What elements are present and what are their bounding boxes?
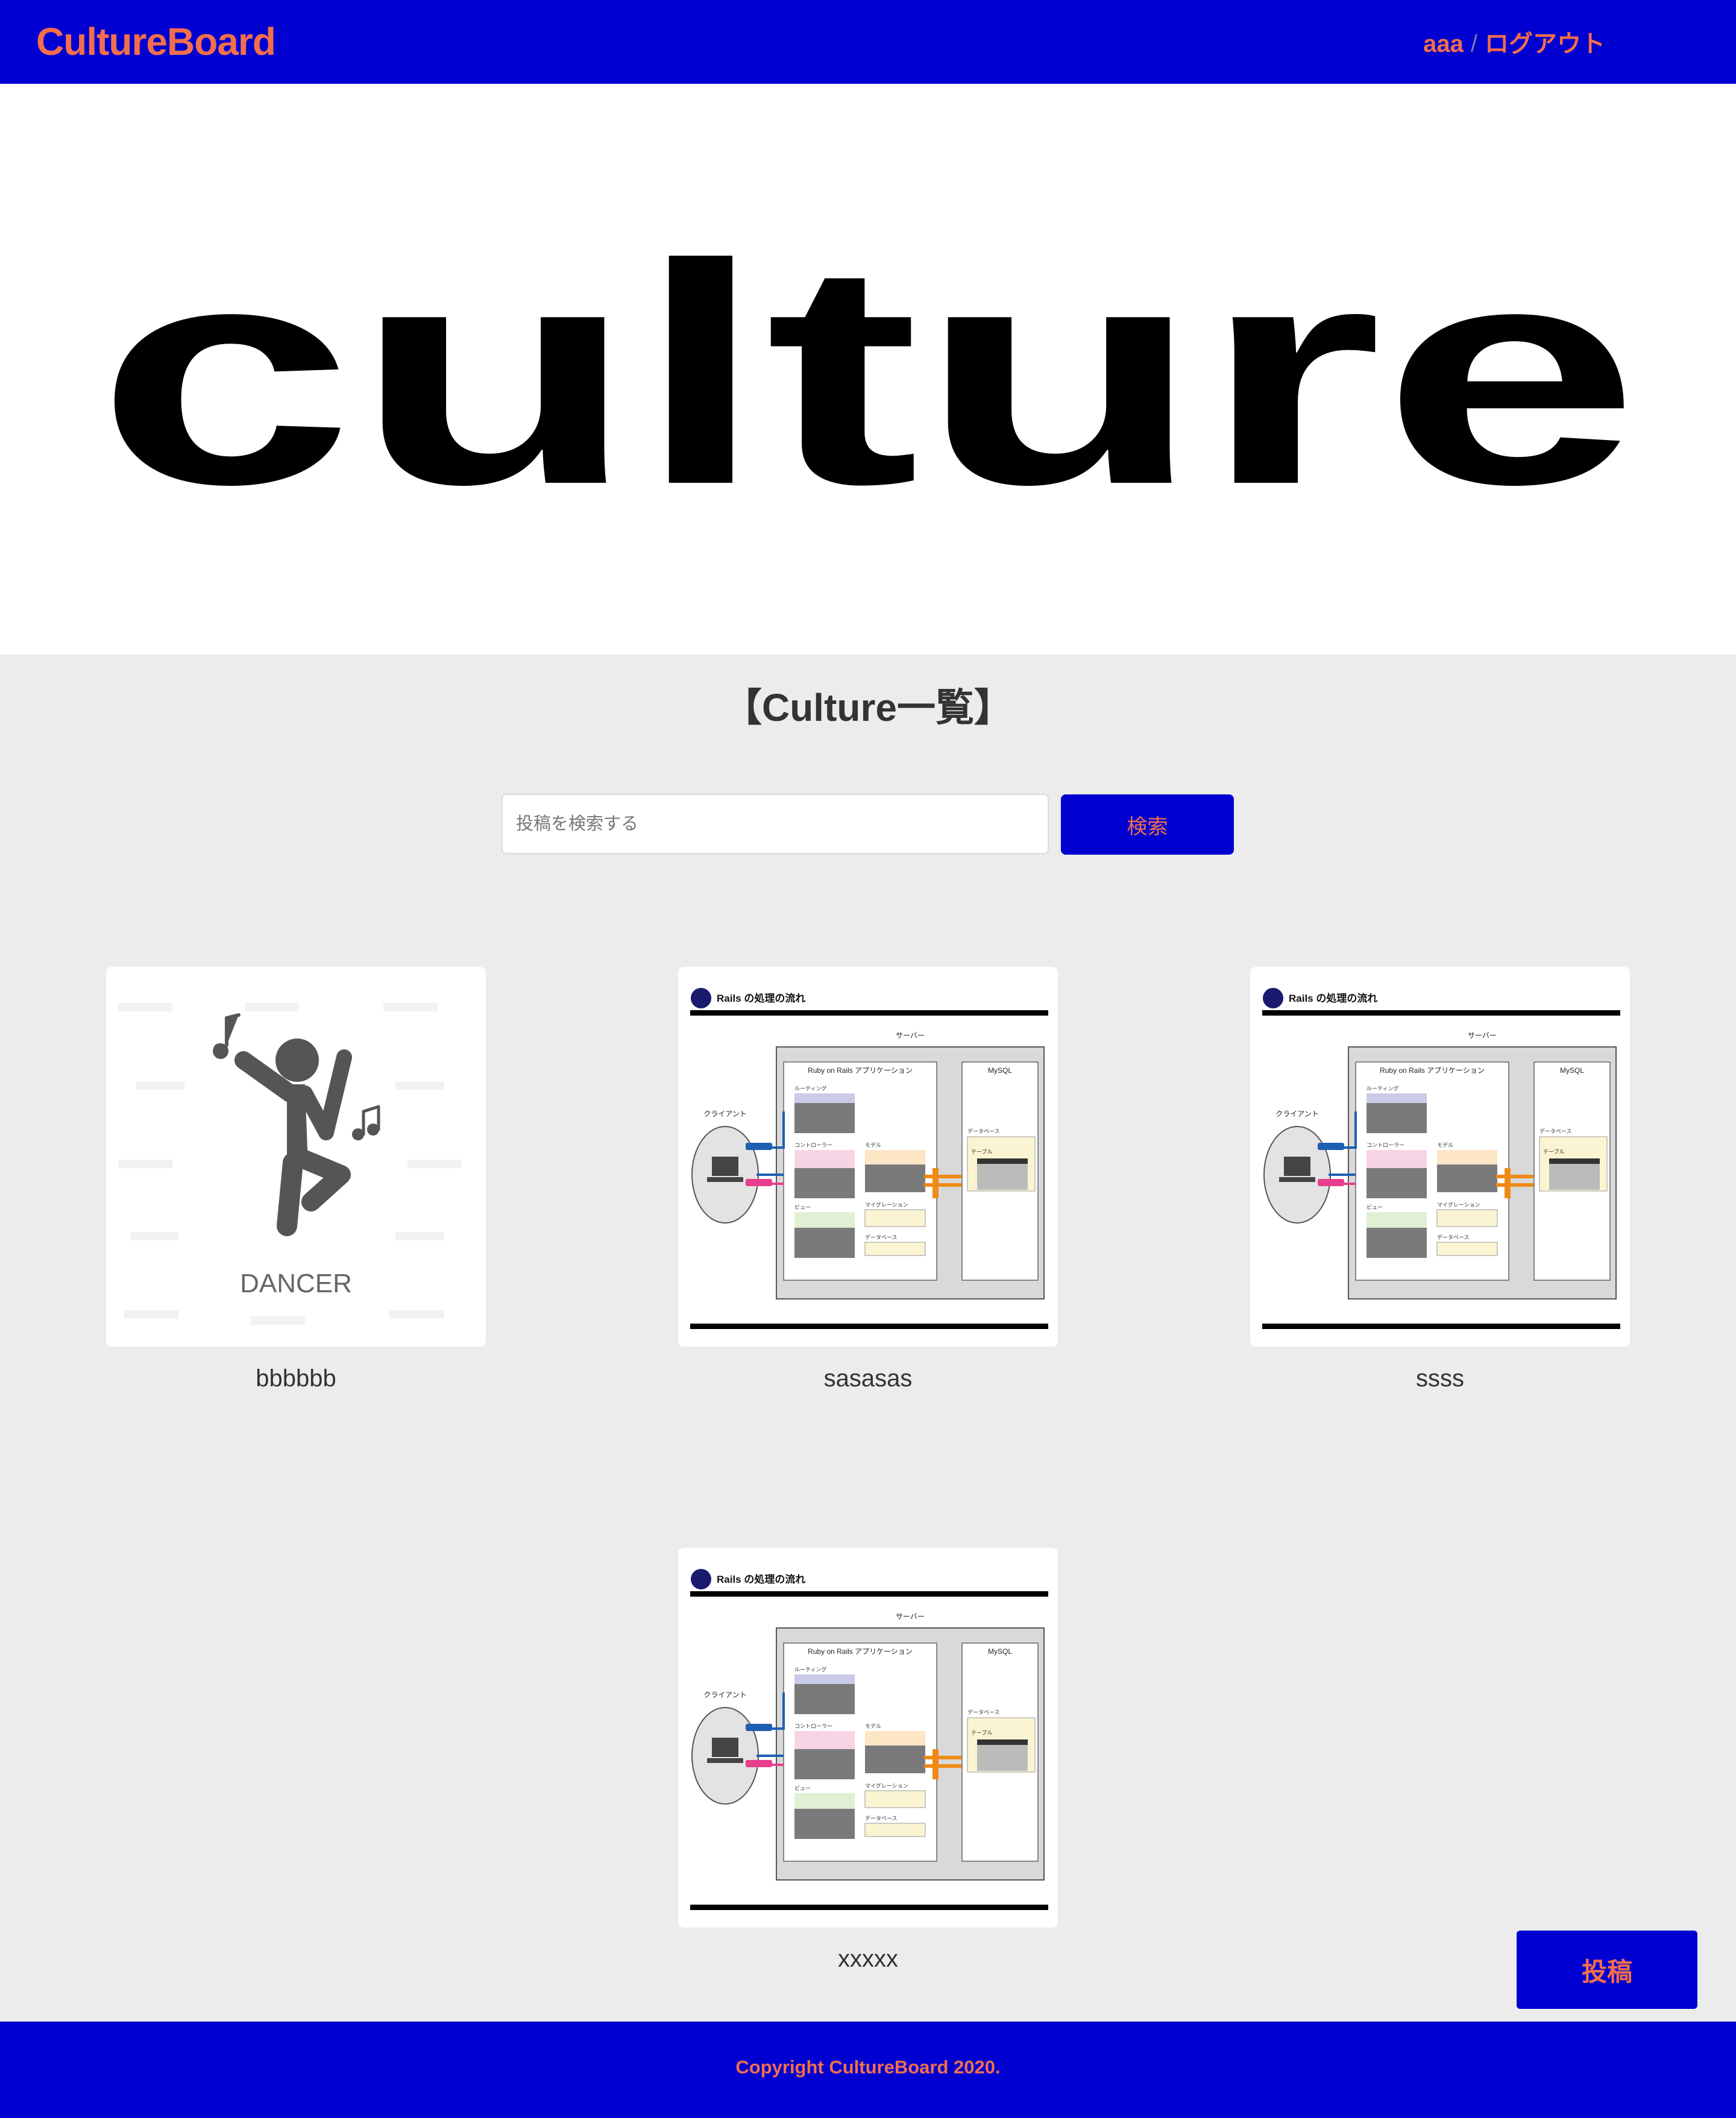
- svg-text:モデル: モデル: [1437, 1142, 1453, 1148]
- svg-text:MySQL: MySQL: [988, 1647, 1012, 1656]
- svg-text:テーブル: テーブル: [1543, 1148, 1564, 1155]
- svg-text:ビュー: ビュー: [794, 1204, 811, 1210]
- svg-text:サーバー: サーバー: [896, 1612, 925, 1621]
- laptop-icon: [712, 1157, 738, 1176]
- svg-text:コントローラー: コントローラー: [794, 1142, 832, 1148]
- svg-text:クライアント: クライアント: [703, 1110, 747, 1118]
- svg-text:ビュー: ビュー: [1366, 1204, 1383, 1210]
- svg-text:マイグレーション: マイグレーション: [865, 1782, 908, 1789]
- svg-text:サーバー: サーバー: [1468, 1031, 1497, 1040]
- post-image-rails-diagram[interactable]: Rails の処理の流れ サーバー Ruby on Rails アプリケーション…: [678, 1548, 1058, 1928]
- svg-text:MySQL: MySQL: [1560, 1066, 1584, 1075]
- svg-text:コントローラー: コントローラー: [794, 1723, 832, 1729]
- new-post-button[interactable]: 投稿: [1517, 1931, 1697, 2009]
- search-input[interactable]: [502, 794, 1049, 854]
- svg-text:データベース: データベース: [1539, 1128, 1572, 1134]
- svg-text:データベース: データベース: [967, 1709, 1000, 1715]
- laptop-icon: [712, 1738, 738, 1757]
- post-image-rails-diagram[interactable]: Rails の処理の流れ サーバー Ruby on Rails アプリケーション…: [1250, 967, 1630, 1347]
- svg-text:テーブル: テーブル: [971, 1729, 992, 1736]
- copyright-text: Copyright CultureBoard 2020.: [735, 2057, 1001, 2078]
- svg-text:Ruby on Rails アプリケーション: Ruby on Rails アプリケーション: [808, 1066, 913, 1075]
- list-title: 【Culture一覧】: [723, 686, 1013, 729]
- hero-title: culture: [96, 200, 1640, 550]
- svg-text:Rails の処理の流れ: Rails の処理の流れ: [717, 992, 805, 1004]
- svg-text:モデル: モデル: [865, 1723, 881, 1729]
- user-nav: aaa / ログアウト: [1423, 24, 1605, 59]
- logout-link[interactable]: ログアウト: [1485, 24, 1605, 59]
- dancer-caption: DANCER: [240, 1269, 352, 1298]
- laptop-icon: [1284, 1157, 1310, 1176]
- site-header: CultureBoard aaa / ログアウト: [0, 0, 1736, 84]
- svg-text:ルーティング: ルーティング: [794, 1666, 826, 1673]
- username-link[interactable]: aaa: [1423, 31, 1464, 58]
- svg-text:データベース: データベース: [967, 1128, 1000, 1134]
- svg-text:データベース: データベース: [865, 1815, 898, 1821]
- svg-text:クライアント: クライアント: [1275, 1110, 1319, 1118]
- svg-text:ビュー: ビュー: [794, 1785, 811, 1791]
- post-title[interactable]: xxxxx: [678, 1946, 1058, 1973]
- post-title[interactable]: ssss: [1250, 1365, 1630, 1392]
- svg-text:ルーティング: ルーティング: [794, 1085, 826, 1092]
- svg-text:クライアント: クライアント: [703, 1691, 747, 1699]
- svg-text:MySQL: MySQL: [988, 1066, 1012, 1075]
- svg-text:ルーティング: ルーティング: [1366, 1085, 1398, 1092]
- svg-text:テーブル: テーブル: [971, 1148, 992, 1155]
- hero-banner: culture: [0, 84, 1736, 655]
- post-title[interactable]: bbbbbb: [106, 1365, 486, 1392]
- brand-logo-link[interactable]: CultureBoard: [36, 19, 276, 64]
- svg-text:Ruby on Rails アプリケーション: Ruby on Rails アプリケーション: [808, 1647, 913, 1656]
- chapter-badge-icon: [691, 1569, 711, 1589]
- site-footer: Copyright CultureBoard 2020.: [0, 2022, 1736, 2118]
- svg-text:データベース: データベース: [1437, 1234, 1470, 1240]
- svg-text:マイグレーション: マイグレーション: [865, 1201, 908, 1208]
- post-image-dancer[interactable]: DANCER: [106, 967, 486, 1347]
- nav-separator: /: [1470, 31, 1477, 57]
- post-title[interactable]: sasasas: [678, 1365, 1058, 1392]
- svg-text:マイグレーション: マイグレーション: [1437, 1201, 1480, 1208]
- post-image-rails-diagram[interactable]: Rails の処理の流れ サーバー Ruby on Rails アプリケーション…: [678, 967, 1058, 1347]
- search-button[interactable]: 検索: [1061, 794, 1234, 855]
- svg-text:モデル: モデル: [865, 1142, 881, 1148]
- svg-text:Ruby on Rails アプリケーション: Ruby on Rails アプリケーション: [1380, 1066, 1485, 1075]
- svg-text:Rails の処理の流れ: Rails の処理の流れ: [1289, 992, 1377, 1004]
- svg-text:Rails の処理の流れ: Rails の処理の流れ: [717, 1573, 805, 1585]
- chapter-badge-icon: [691, 988, 711, 1008]
- svg-text:サーバー: サーバー: [896, 1031, 925, 1040]
- chapter-badge-icon: [1263, 988, 1283, 1008]
- svg-text:データベース: データベース: [865, 1234, 898, 1240]
- svg-text:コントローラー: コントローラー: [1366, 1142, 1404, 1148]
